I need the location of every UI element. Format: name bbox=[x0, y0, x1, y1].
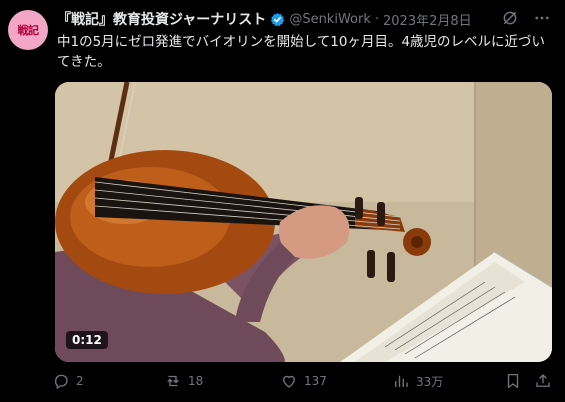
share-button[interactable] bbox=[534, 372, 552, 390]
post-date[interactable]: 2023年2月8日 bbox=[383, 10, 472, 29]
bookmark-button[interactable] bbox=[504, 372, 522, 390]
tweet-text: 中1の5月にゼロ発進でバイオリンを開始して10ヶ月目。4歳児のレベルに近づいてき… bbox=[57, 34, 546, 70]
tweet-header: 『戦記』教育投資ジャーナリスト @SenkiWork · 2023年2月8日 bbox=[57, 9, 555, 29]
display-name[interactable]: 『戦記』教育投資ジャーナリスト bbox=[57, 9, 266, 29]
more-icon[interactable] bbox=[533, 9, 551, 27]
video-player[interactable]: 0:12 bbox=[55, 82, 552, 362]
handle[interactable]: @SenkiWork bbox=[289, 12, 371, 27]
bookmark-icon bbox=[504, 372, 522, 390]
video-frame bbox=[55, 82, 552, 362]
separator-dot: · bbox=[374, 11, 380, 27]
reply-button[interactable]: 2 bbox=[52, 372, 84, 390]
avatar[interactable]: 戦記 bbox=[8, 10, 48, 50]
avatar-text: 戦記 bbox=[17, 24, 40, 37]
like-button[interactable]: 137 bbox=[280, 372, 327, 390]
views-count: 33万 bbox=[416, 374, 444, 389]
reply-count: 2 bbox=[76, 374, 84, 388]
reply-icon bbox=[52, 372, 70, 390]
grok-icon[interactable] bbox=[501, 9, 519, 27]
verified-badge-icon[interactable] bbox=[270, 12, 285, 27]
repost-button[interactable]: 18 bbox=[164, 372, 203, 390]
video-duration: 0:12 bbox=[66, 331, 108, 349]
repost-count: 18 bbox=[188, 374, 204, 388]
heart-icon bbox=[280, 372, 298, 390]
share-icon bbox=[534, 372, 552, 390]
header-actions bbox=[501, 9, 551, 27]
views-icon bbox=[392, 372, 410, 390]
repost-icon bbox=[164, 372, 182, 390]
action-bar: 2 18 137 33万 bbox=[52, 372, 555, 394]
like-count: 137 bbox=[304, 374, 327, 388]
views-button[interactable]: 33万 bbox=[392, 372, 443, 390]
